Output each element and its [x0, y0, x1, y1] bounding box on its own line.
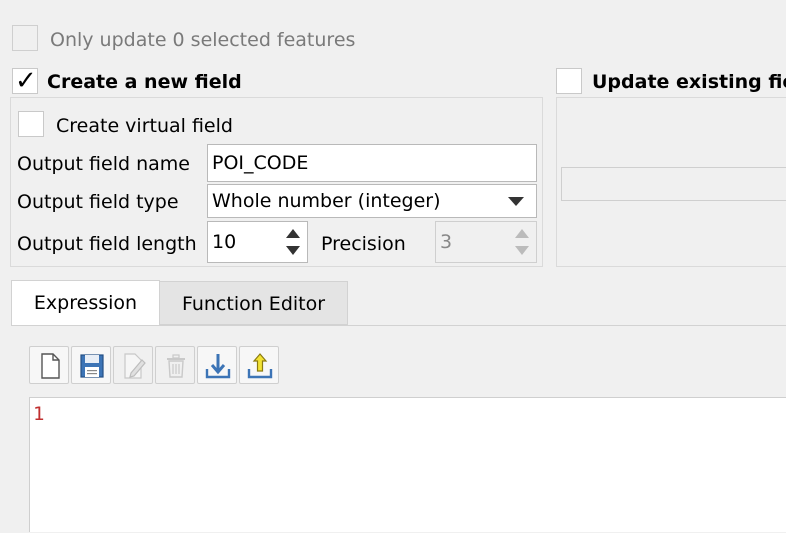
output-field-name-input[interactable]: POI_CODE — [207, 144, 537, 182]
save-icon — [80, 354, 104, 378]
precision-spinbox[interactable]: 3 — [435, 221, 537, 263]
length-stepper[interactable] — [279, 222, 307, 262]
import-icon — [205, 354, 231, 379]
output-field-type-value: Whole number (integer) — [212, 190, 441, 212]
spin-up-icon[interactable] — [286, 229, 300, 238]
line-number: 1 — [33, 403, 45, 425]
new-file-button[interactable] — [29, 346, 69, 384]
tab-expression-label: Expression — [33, 292, 138, 314]
new-file-icon — [41, 353, 60, 379]
output-field-type-select[interactable]: Whole number (integer) — [207, 184, 537, 218]
precision-value: 3 — [440, 231, 453, 253]
delete-button[interactable] — [155, 346, 195, 384]
output-field-length-value: 10 — [212, 231, 237, 253]
expression-editor[interactable]: 1 — [29, 397, 786, 532]
save-button[interactable] — [71, 346, 111, 384]
export-button[interactable] — [239, 346, 279, 384]
checkmark-icon: ✓ — [15, 66, 37, 96]
delete-icon — [167, 354, 185, 378]
output-field-length-label: Output field length — [17, 233, 197, 255]
existing-field-select[interactable] — [561, 167, 786, 201]
update-existing-field-label: Update existing fie — [592, 71, 786, 93]
edit-button[interactable] — [113, 346, 153, 384]
tab-function-editor[interactable]: Function Editor — [159, 281, 348, 325]
update-existing-field-checkbox[interactable] — [556, 68, 582, 94]
export-icon — [247, 353, 273, 379]
edit-icon — [124, 353, 146, 379]
precision-stepper — [508, 222, 536, 262]
output-field-length-spinbox[interactable]: 10 — [207, 221, 308, 263]
chevron-down-icon — [508, 197, 524, 206]
spin-down-icon — [515, 246, 529, 255]
only-update-selected-label: Only update 0 selected features — [50, 29, 356, 51]
import-button[interactable] — [197, 346, 237, 384]
create-virtual-field-label: Create virtual field — [56, 115, 233, 137]
precision-label: Precision — [321, 233, 406, 255]
tab-expression[interactable]: Expression — [11, 280, 160, 326]
spin-up-icon — [515, 229, 529, 238]
output-field-type-label: Output field type — [17, 191, 179, 213]
tab-function-editor-label: Function Editor — [181, 293, 326, 315]
create-virtual-field-checkbox[interactable] — [18, 111, 44, 137]
create-new-field-checkbox[interactable]: ✓ — [12, 66, 38, 96]
spin-down-icon[interactable] — [286, 246, 300, 255]
create-new-field-label: Create a new field — [47, 71, 242, 93]
output-field-name-label: Output field name — [17, 153, 190, 175]
only-update-selected-checkbox[interactable] — [12, 25, 38, 51]
